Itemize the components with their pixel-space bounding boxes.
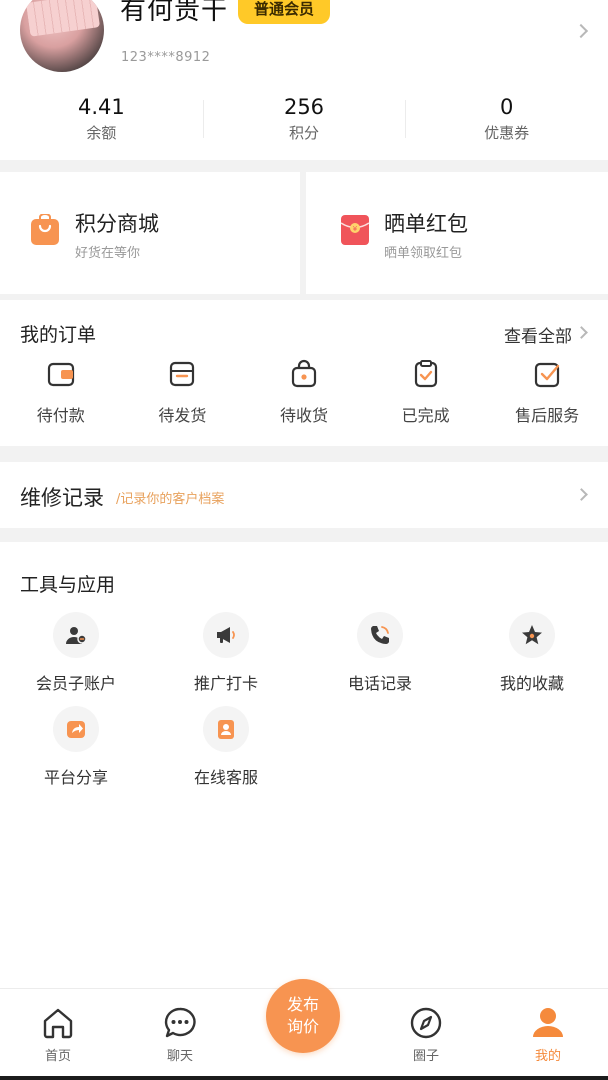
order-status-list: 待付款 待发货 待收货 已完成 售后服务 [0, 358, 608, 426]
orders-title: 我的订单 [20, 324, 97, 346]
promo-title: 积分商城 [75, 212, 159, 236]
tab-chat[interactable]: 聊天 [140, 1005, 220, 1064]
stat-label: 优惠券 [484, 124, 530, 142]
package-icon [170, 361, 195, 387]
shopping-bag-icon [31, 214, 59, 245]
repair-title: 维修记录 [20, 486, 104, 510]
tool-label: 电话记录 [347, 674, 412, 693]
tool-online-support[interactable]: 在线客服 [150, 706, 302, 788]
user-account-icon [53, 612, 99, 658]
megaphone-icon [203, 612, 249, 658]
order-pending-shipment[interactable]: 待发货 [122, 358, 244, 426]
tool-label: 平台分享 [43, 768, 108, 787]
stat-value: 0 [499, 95, 514, 119]
stat-label: 积分 [289, 124, 320, 142]
tool-my-favorites[interactable]: 我的收藏 [456, 612, 608, 694]
stat-label: 余额 [86, 124, 117, 142]
order-label: 已完成 [401, 406, 450, 425]
tool-label: 我的收藏 [499, 674, 564, 693]
order-label: 售后服务 [515, 406, 580, 425]
chevron-right-icon[interactable] [575, 326, 588, 339]
chat-icon [164, 1007, 196, 1038]
customer-service-icon [203, 706, 249, 752]
tab-label: 我的 [534, 1049, 561, 1064]
avatar[interactable] [20, 0, 104, 72]
share-icon [53, 706, 99, 752]
stat-value: 256 [283, 95, 325, 119]
tab-label: 首页 [44, 1049, 71, 1064]
order-pending-payment[interactable]: 待付款 [0, 358, 122, 426]
promo-subtitle: 好货在等你 [75, 246, 141, 261]
wallet-icon [47, 362, 74, 387]
star-icon [509, 612, 555, 658]
order-label: 待发货 [158, 406, 207, 425]
account-stats: 4.41 余额 256 积分 0 优惠券 [0, 92, 608, 152]
phone-number: 123****8912 [121, 50, 211, 65]
tab-label: 聊天 [166, 1049, 193, 1064]
tool-label: 在线客服 [193, 768, 258, 787]
repair-records-row[interactable]: 维修记录 /记录你的客户档案 [0, 462, 608, 528]
tools-section: 工具与应用 会员子账户 推广打卡 电话记录 我的收藏 平台分享 在线客服 [0, 542, 608, 988]
repair-subtitle: /记录你的客户档案 [116, 492, 225, 507]
tool-call-records[interactable]: 电话记录 [304, 612, 456, 694]
home-icon [43, 1008, 73, 1039]
view-all-orders-link[interactable]: 查看全部 [504, 322, 572, 347]
tab-label: 圈子 [412, 1049, 439, 1064]
tool-member-sub-account[interactable]: 会员子账户 [0, 612, 152, 694]
order-completed[interactable]: 已完成 [365, 358, 487, 426]
username: 有何贵干 [120, 0, 229, 26]
compass-icon [410, 1007, 442, 1039]
tab-mine[interactable]: 我的 [508, 1005, 588, 1064]
order-label: 待收货 [279, 406, 328, 425]
svg-text:¥: ¥ [353, 225, 358, 233]
tool-promotion-checkin[interactable]: 推广打卡 [150, 612, 302, 694]
tool-label: 会员子账户 [35, 674, 116, 693]
tools-title: 工具与应用 [20, 574, 116, 596]
tab-circle[interactable]: 圈子 [386, 1005, 466, 1064]
publish-label-line2: 询价 [286, 1017, 319, 1036]
profile-icon [533, 1008, 563, 1037]
stat-coupons[interactable]: 0 优惠券 [405, 92, 608, 152]
chevron-right-icon[interactable] [575, 488, 588, 501]
order-label: 待付款 [36, 406, 85, 425]
promo-title: 晒单红包 [384, 212, 468, 236]
tab-home[interactable]: 首页 [18, 1005, 98, 1064]
tool-platform-share[interactable]: 平台分享 [0, 706, 152, 788]
points-mall-card[interactable]: 积分商城 好货在等你 [0, 172, 300, 294]
bag-icon [291, 359, 317, 388]
promo-subtitle: 晒单领取红包 [384, 246, 463, 261]
publish-label-line1: 发布 [286, 995, 319, 1014]
stat-balance[interactable]: 4.41 余额 [0, 92, 203, 152]
profile-header[interactable]: 有何贵干 普通会员 123****8912 4.41 余额 256 积分 0 优… [0, 0, 608, 160]
order-after-sales[interactable]: 售后服务 [486, 358, 608, 426]
tool-label: 推广打卡 [193, 674, 258, 693]
my-orders-section: 我的订单 查看全部 待付款 待发货 待收货 已完成 售后服务 [0, 300, 608, 446]
phone-icon [357, 612, 403, 658]
stat-value: 4.41 [77, 95, 125, 119]
order-pending-receipt[interactable]: 待收货 [243, 358, 365, 426]
publish-inquiry-button[interactable]: 发布 询价 [266, 979, 340, 1053]
red-envelope-icon: ¥ [340, 215, 370, 245]
member-level-badge[interactable]: 普通会员 [238, 0, 331, 24]
checkbox-icon [535, 362, 560, 388]
clipboard-check-icon [414, 360, 437, 388]
bottom-tab-bar: 首页 聊天 发布 询价 圈子 我的 [0, 979, 608, 1080]
chevron-right-icon[interactable] [573, 23, 589, 39]
stat-points[interactable]: 256 积分 [202, 92, 406, 152]
home-indicator [0, 1076, 608, 1080]
red-envelope-card[interactable]: ¥ 晒单红包 晒单领取红包 [306, 172, 608, 294]
